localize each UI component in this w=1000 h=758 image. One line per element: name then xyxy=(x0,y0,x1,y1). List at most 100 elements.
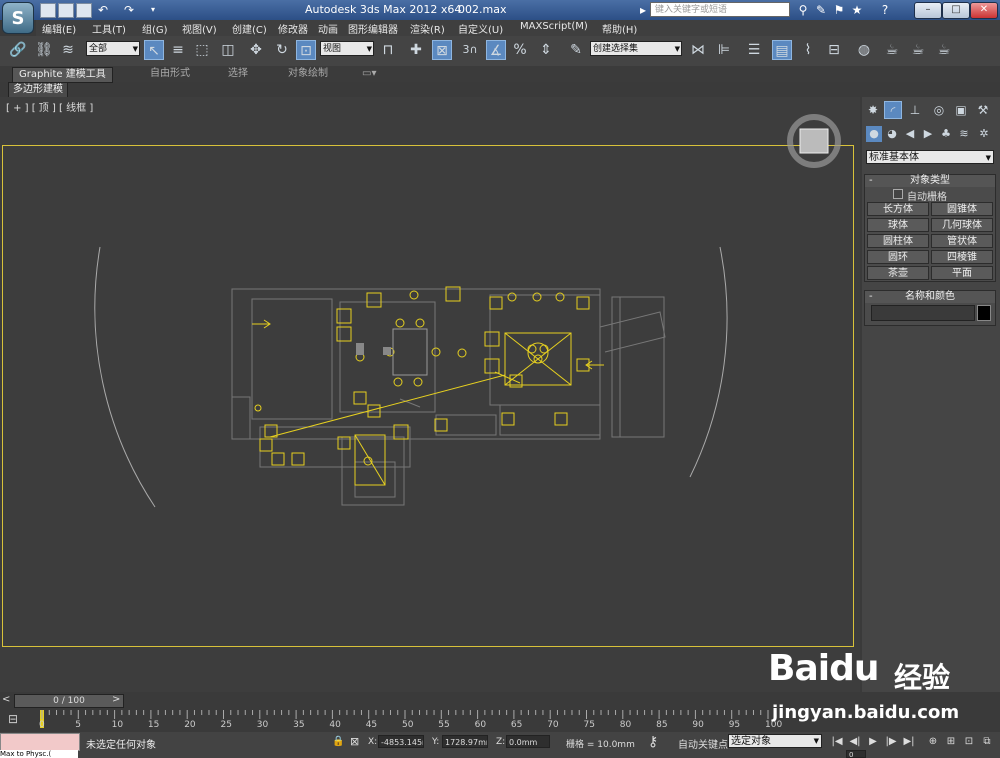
helpers-icon[interactable]: ♣ xyxy=(938,126,954,142)
rendered-frame-icon[interactable]: ☕ xyxy=(908,40,928,60)
box-button[interactable]: 长方体 xyxy=(867,202,929,216)
select-by-name-icon[interactable]: ≡ xyxy=(168,40,188,60)
selection-filter-dropdown[interactable]: 全部 xyxy=(86,41,140,56)
bind-space-warp-icon[interactable]: ≋ xyxy=(58,40,78,60)
help-icon[interactable]: ? xyxy=(878,3,892,17)
menu-group[interactable]: 组(G) xyxy=(142,21,168,36)
menu-help[interactable]: 帮助(H) xyxy=(602,21,637,36)
shapes-icon[interactable]: ◕ xyxy=(884,126,900,142)
menu-graph-editors[interactable]: 图形编辑器 xyxy=(348,21,398,36)
edit-named-selection-icon[interactable]: ✎ xyxy=(566,40,586,60)
menu-customize[interactable]: 自定义(U) xyxy=(458,21,503,36)
cameras-icon[interactable]: ▶ xyxy=(920,126,936,142)
window-crossing-icon[interactable]: ◫ xyxy=(218,40,238,60)
layer-manager-icon[interactable]: ☰ xyxy=(744,40,764,60)
reference-coord-dropdown[interactable]: 视图 xyxy=(320,41,374,56)
select-object-icon[interactable]: ↖ xyxy=(144,40,164,60)
y-coordinate-input[interactable]: 1728.97mm xyxy=(442,735,488,748)
link-icon[interactable]: 🔗 xyxy=(8,40,28,60)
menu-modifiers[interactable]: 修改器 xyxy=(278,21,308,36)
pyramid-button[interactable]: 四棱锥 xyxy=(931,250,993,264)
object-name-input[interactable] xyxy=(871,305,975,321)
menu-create[interactable]: 创建(C) xyxy=(232,21,267,36)
named-selection-dropdown[interactable]: 创建选择集 xyxy=(590,41,682,56)
motion-tab-icon[interactable]: ◎ xyxy=(930,101,948,119)
close-button[interactable]: ✕ xyxy=(970,2,998,19)
view-cube[interactable] xyxy=(787,114,841,168)
move-icon[interactable]: ✥ xyxy=(246,40,266,60)
primitive-category-dropdown[interactable]: 标准基本体 xyxy=(866,150,994,165)
menu-edit[interactable]: 编辑(E) xyxy=(42,21,76,36)
x-coordinate-input[interactable]: -4853.145m xyxy=(378,735,424,748)
display-tab-icon[interactable]: ▣ xyxy=(952,101,970,119)
name-color-header[interactable]: - 名称和颜色 xyxy=(865,291,995,303)
open-file-icon[interactable] xyxy=(58,3,74,18)
tube-button[interactable]: 管状体 xyxy=(931,234,993,248)
menu-tools[interactable]: 工具(T) xyxy=(92,21,126,36)
percent-snap-icon[interactable]: % xyxy=(510,40,530,60)
modify-tab-icon[interactable]: ◜ xyxy=(884,101,902,119)
menu-animation[interactable]: 动画 xyxy=(318,21,338,36)
favorites-star-icon[interactable]: ★ xyxy=(850,3,864,17)
torus-button[interactable]: 圆环 xyxy=(867,250,929,264)
curve-editor-icon[interactable]: ⌇ xyxy=(798,40,818,60)
undo-icon[interactable]: ↶ xyxy=(96,3,110,17)
binoculars-icon[interactable]: ⚲ xyxy=(796,3,810,17)
geosphere-button[interactable]: 几何球体 xyxy=(931,218,993,232)
object-color-swatch[interactable] xyxy=(977,305,991,321)
chevron-down-icon[interactable]: ▾ xyxy=(146,3,160,17)
schematic-view-icon[interactable]: ⊟ xyxy=(824,40,844,60)
keyboard-shortcut-icon[interactable]: ⊠ xyxy=(432,40,452,60)
rect-selection-icon[interactable]: ⬚ xyxy=(192,40,212,60)
autogrid-checkbox[interactable] xyxy=(893,189,903,199)
space-warps-icon[interactable]: ≋ xyxy=(956,126,972,142)
spinner-snap-icon[interactable]: ⇕ xyxy=(536,40,556,60)
tab-freeform[interactable]: 自由形式 xyxy=(150,67,190,81)
ribbon-options-icon[interactable]: ▭▾ xyxy=(362,67,376,81)
object-type-header[interactable]: - 对象类型 xyxy=(865,175,995,187)
mirror-icon[interactable]: ⋈ xyxy=(688,40,708,60)
current-frame-input[interactable]: 0 xyxy=(846,750,866,758)
cone-button[interactable]: 圆锥体 xyxy=(931,202,993,216)
auto-key-button[interactable]: 自动关键点 xyxy=(678,736,728,751)
pivot-icon[interactable]: ⊓ xyxy=(378,40,398,60)
lock-icon[interactable]: 🔒 xyxy=(332,736,344,747)
systems-icon[interactable]: ✲ xyxy=(976,126,992,142)
rotate-icon[interactable]: ↻ xyxy=(272,40,292,60)
render-setup-icon[interactable]: ☕ xyxy=(882,40,902,60)
unlink-icon[interactable]: ⛓ xyxy=(34,40,54,60)
hierarchy-tab-icon[interactable]: ⊥ xyxy=(906,101,924,119)
next-frame-icon[interactable]: > xyxy=(112,694,120,705)
render-production-icon[interactable]: ☕ xyxy=(934,40,954,60)
tab-selection[interactable]: 选择 xyxy=(228,67,248,81)
community-icon[interactable]: ⚑ xyxy=(832,3,846,17)
geometry-icon[interactable]: ● xyxy=(866,126,882,142)
menu-maxscript[interactable]: MAXScript(M) xyxy=(520,21,588,32)
align-icon[interactable]: ⊫ xyxy=(714,40,734,60)
cylinder-button[interactable]: 圆柱体 xyxy=(867,234,929,248)
maxscript-mini[interactable]: Max to Physc.( xyxy=(0,750,78,758)
time-slider[interactable]: 0 / 100 xyxy=(14,694,124,708)
tab-graphite-modeling[interactable]: Graphite 建模工具 xyxy=(12,67,113,83)
material-editor-icon[interactable]: ◍ xyxy=(854,40,874,60)
plane-button[interactable]: 平面 xyxy=(931,266,993,280)
prev-frame-icon[interactable]: < xyxy=(2,694,10,705)
utilities-tab-icon[interactable]: ⚒ xyxy=(974,101,992,119)
snaps-toggle-icon[interactable]: 3∩ xyxy=(460,40,480,60)
menu-views[interactable]: 视图(V) xyxy=(182,21,217,36)
new-file-icon[interactable] xyxy=(40,3,56,18)
select-manipulate-icon[interactable]: ✚ xyxy=(406,40,426,60)
minimize-button[interactable]: – xyxy=(914,2,942,19)
angle-snap-icon[interactable]: ∡ xyxy=(486,40,506,60)
tab-object-paint[interactable]: 对象绘制 xyxy=(288,67,328,81)
top-viewport[interactable]: [ + ] [ 顶 ] [ 线框 ] xyxy=(0,97,860,692)
graphite-toggle-icon[interactable]: ▤ xyxy=(772,40,792,60)
redo-icon[interactable]: ↷ xyxy=(122,3,136,17)
search-input[interactable]: 键入关键字或短语 xyxy=(650,2,790,17)
polygon-modeling-panel[interactable]: 多边形建模 xyxy=(8,82,68,98)
scale-icon[interactable]: ⊡ xyxy=(296,40,316,60)
mini-curve-editor-icon[interactable]: ⊟ xyxy=(8,712,26,728)
sphere-button[interactable]: 球体 xyxy=(867,218,929,232)
search-arrow-icon[interactable]: ▸ xyxy=(636,3,650,17)
absolute-mode-icon[interactable]: ⊠ xyxy=(350,735,359,748)
